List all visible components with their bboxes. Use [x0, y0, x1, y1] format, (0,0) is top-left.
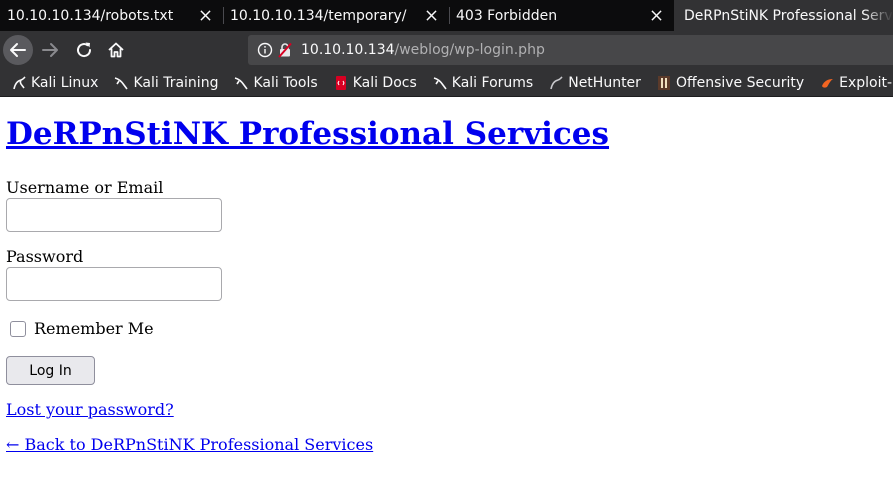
forward-arrow-icon: [42, 43, 58, 57]
insecure-lock-icon[interactable]: [277, 42, 293, 58]
site-title-link[interactable]: DeRPnStiNK Professional Services: [6, 116, 609, 152]
bookmark-offensive-security[interactable]: Offensive Security: [645, 69, 808, 96]
site-info-icon[interactable]: [257, 42, 273, 58]
kali-dragon-icon: [11, 75, 27, 91]
remember-me-row: Remember Me: [10, 319, 154, 338]
bookmark-kali-tools[interactable]: Kali Tools: [222, 69, 321, 96]
back-button[interactable]: [3, 35, 33, 65]
log-in-button[interactable]: Log In: [6, 356, 95, 385]
username-label: Username or Email: [6, 178, 164, 197]
back-arrow-icon: [10, 43, 26, 57]
tab-robots[interactable]: 10.10.10.134/robots.txt: [0, 0, 223, 31]
tab-title: 10.10.10.134/robots.txt: [7, 7, 174, 24]
username-input[interactable]: [6, 198, 222, 232]
bookmark-kali-forums[interactable]: Kali Forums: [421, 69, 537, 96]
kali-dragon-icon: [432, 75, 448, 91]
url-text[interactable]: 10.10.10.134/weblog/wp-login.php: [301, 42, 545, 58]
bookmark-nethunter[interactable]: NetHunter: [537, 69, 645, 96]
url-host: 10.10.10.134: [301, 42, 395, 58]
tab-forbidden[interactable]: 403 Forbidden: [449, 0, 674, 31]
bookmark-label: Kali Tools: [253, 74, 318, 91]
bookmark-label: Kali Docs: [352, 74, 417, 91]
bookmark-label: Exploit-DB: [839, 74, 893, 91]
kali-docs-icon: [333, 75, 349, 91]
tab-derpnstink-active[interactable]: DeRPnStiNK Professional Services: [674, 0, 893, 31]
tab-title: DeRPnStiNK Professional Services: [684, 7, 893, 24]
address-bar[interactable]: 10.10.10.134/weblog/wp-login.php: [248, 35, 893, 65]
remember-me-label[interactable]: Remember Me: [34, 319, 154, 338]
close-tab-icon[interactable]: [197, 7, 213, 23]
bookmark-label: Offensive Security: [675, 74, 805, 91]
password-label: Password: [6, 247, 84, 266]
url-path: /weblog/wp-login.php: [394, 42, 545, 58]
home-icon: [108, 42, 124, 58]
close-tab-icon[interactable]: [423, 7, 439, 23]
bookmarks-toolbar: Kali Linux Kali Training Kali Tools Kali…: [0, 69, 893, 97]
tab-title: 403 Forbidden: [456, 7, 558, 24]
nethunter-icon: [548, 75, 564, 91]
bookmark-kali-training[interactable]: Kali Training: [102, 69, 222, 96]
back-to-site-link[interactable]: ← Back to DeRPnStiNK Professional Servic…: [6, 435, 373, 454]
bookmark-label: Kali Linux: [31, 74, 99, 91]
bookmark-label: Kali Forums: [451, 74, 534, 91]
page-content: DeRPnStiNK Professional Services Usernam…: [0, 97, 893, 492]
close-tab-icon[interactable]: [648, 7, 664, 23]
tab-strip: 10.10.10.134/robots.txt 10.10.10.134/tem…: [0, 0, 893, 31]
bookmark-kali-linux[interactable]: Kali Linux: [0, 69, 102, 96]
tab-temporary[interactable]: 10.10.10.134/temporary/: [223, 0, 449, 31]
navigation-toolbar: 10.10.10.134/weblog/wp-login.php: [0, 31, 893, 69]
lost-password-link[interactable]: Lost your password?: [6, 400, 174, 419]
remember-me-checkbox[interactable]: [10, 320, 26, 337]
bookmark-label: Kali Training: [133, 74, 219, 91]
tab-title: 10.10.10.134/temporary/: [230, 7, 407, 24]
offsec-icon: [656, 75, 672, 91]
kali-dragon-icon: [233, 75, 249, 91]
reload-icon: [77, 42, 92, 58]
kali-dragon-icon: [113, 75, 129, 91]
bookmark-label: NetHunter: [568, 74, 641, 91]
forward-button[interactable]: [38, 38, 62, 62]
exploit-db-icon: [819, 75, 835, 91]
bookmark-exploit-db[interactable]: Exploit-DB: [808, 69, 893, 96]
home-button[interactable]: [104, 38, 128, 62]
bookmark-kali-docs[interactable]: Kali Docs: [322, 69, 421, 96]
password-input[interactable]: [6, 267, 222, 301]
reload-button[interactable]: [72, 38, 96, 62]
